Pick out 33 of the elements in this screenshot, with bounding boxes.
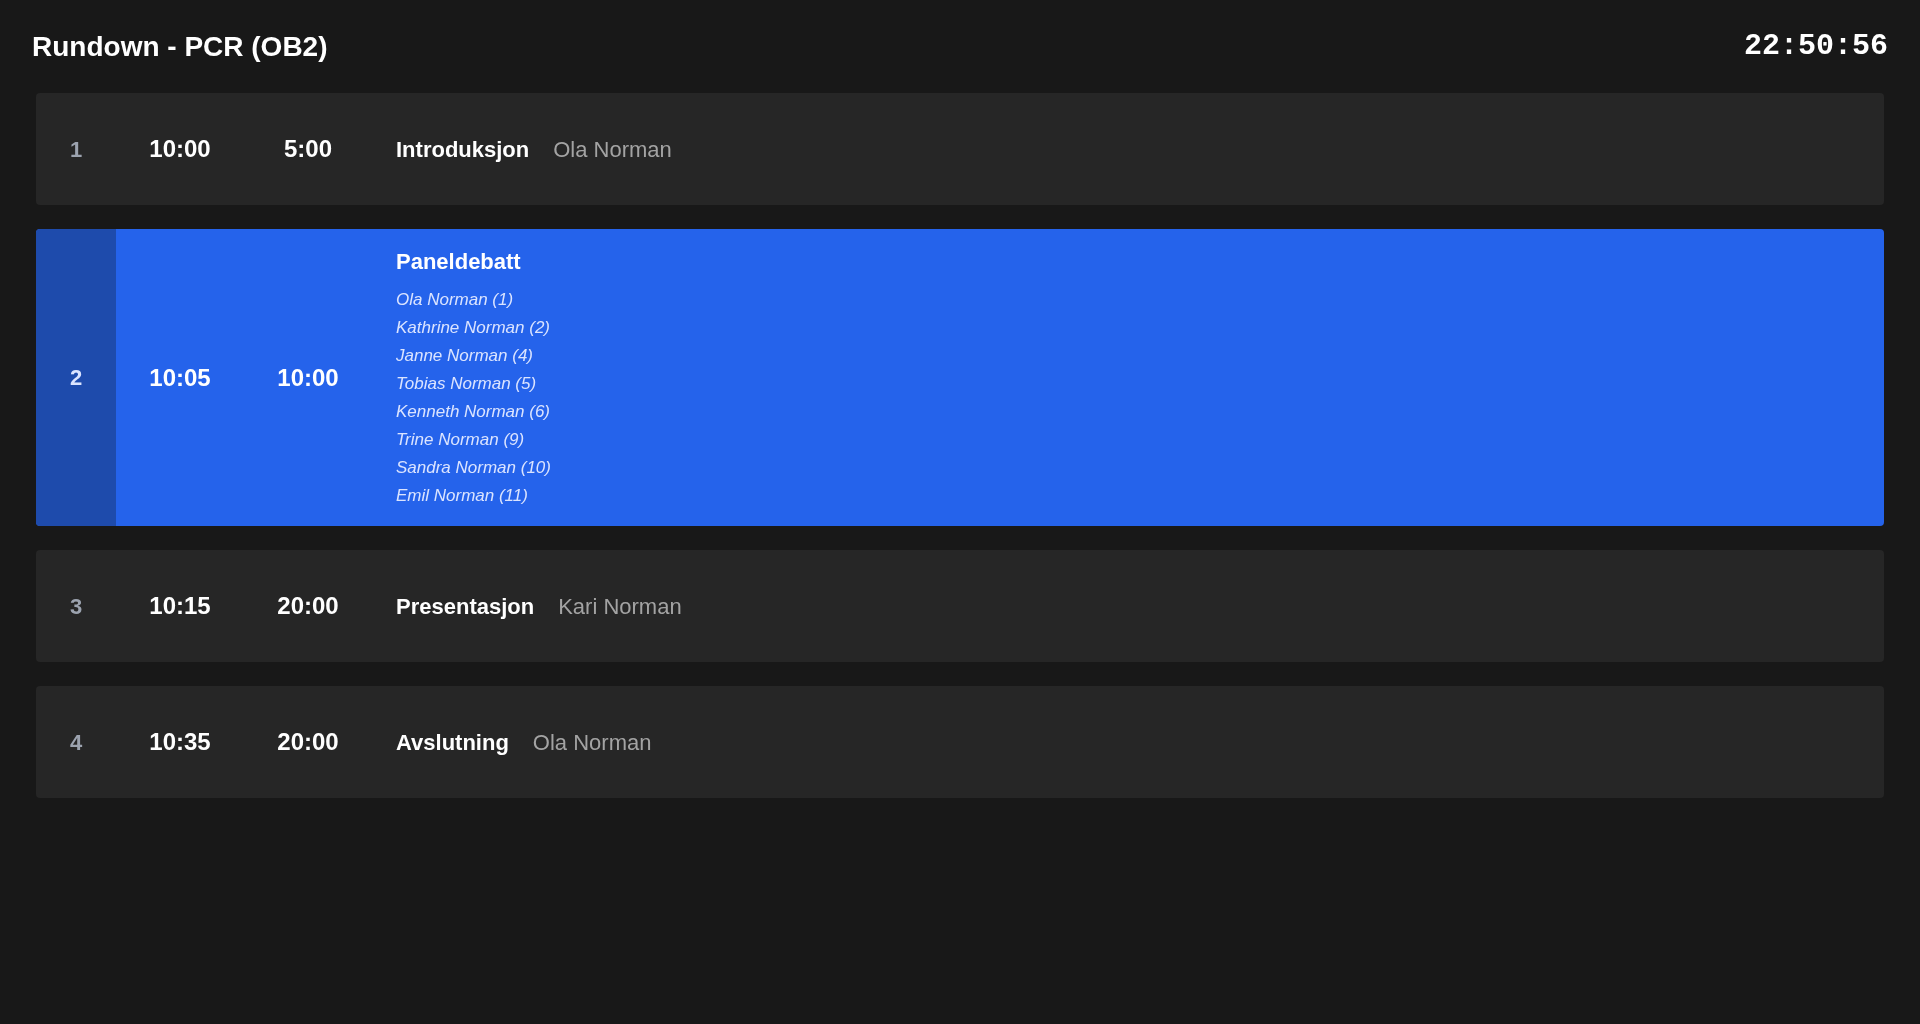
participant-name: Kenneth Norman (6) [396,401,552,423]
rundown-row[interactable]: 4 10:35 20:00 Avslutning Ola Norman [36,686,1884,798]
participant-name: Tobias Norman (5) [396,373,538,395]
segment-title: Paneldebatt [396,248,521,276]
start-time: 10:00 [148,134,212,164]
duration: 20:00 [276,591,340,621]
segment-title: Introduksjon [396,135,530,164]
participant-name: Emil Norman (11) [396,485,529,507]
number-cell-text: 1 [68,135,84,164]
page-title: Rundown - PCR (OB2) [32,29,328,64]
rundown-row[interactable]: 3 10:15 20:00 Presentasjon Kari Norman [36,550,1884,662]
number-cell: 2 [36,229,116,526]
participant-name: Trine Norman (9) [396,429,526,451]
segment-title: Presentasjon [396,592,535,621]
participant-name: Sandra Norman (10) [396,457,552,479]
presenter-name: Ola Norman [532,728,652,757]
participant-name: Kathrine Norman (2) [396,317,551,339]
number-cell-text: 4 [68,728,84,757]
clock: 22:50:56 [1743,28,1888,65]
participant-name: Janne Norman (4) [396,345,534,367]
duration: 5:00 [282,134,333,164]
rundown-row[interactable]: 2 10:05 10:00 Paneldebatt Ola Norman (1) Kathrine Norman (2) Janne Norman (4) Tobias Norman (5) Kenneth Norman (6) Trine Norman (9) Sandra Norman (10) Emil Norman (11) [36,229,1884,526]
start-time: 10:15 [148,591,212,621]
presenter-name: Kari Norman [558,592,682,621]
rundown-row[interactable]: 1 10:00 5:00 Introduksjon Ola Norman [36,93,1884,205]
duration: 10:00 [276,362,340,393]
start-time: 10:05 [148,362,212,393]
duration: 20:00 [276,727,340,757]
start-time: 10:35 [148,727,212,757]
segment-title: Avslutning [396,728,509,757]
participant-name: Ola Norman (1) [396,289,515,311]
number-cell-text: 3 [68,592,84,621]
presenter-name: Ola Norman [553,135,672,164]
